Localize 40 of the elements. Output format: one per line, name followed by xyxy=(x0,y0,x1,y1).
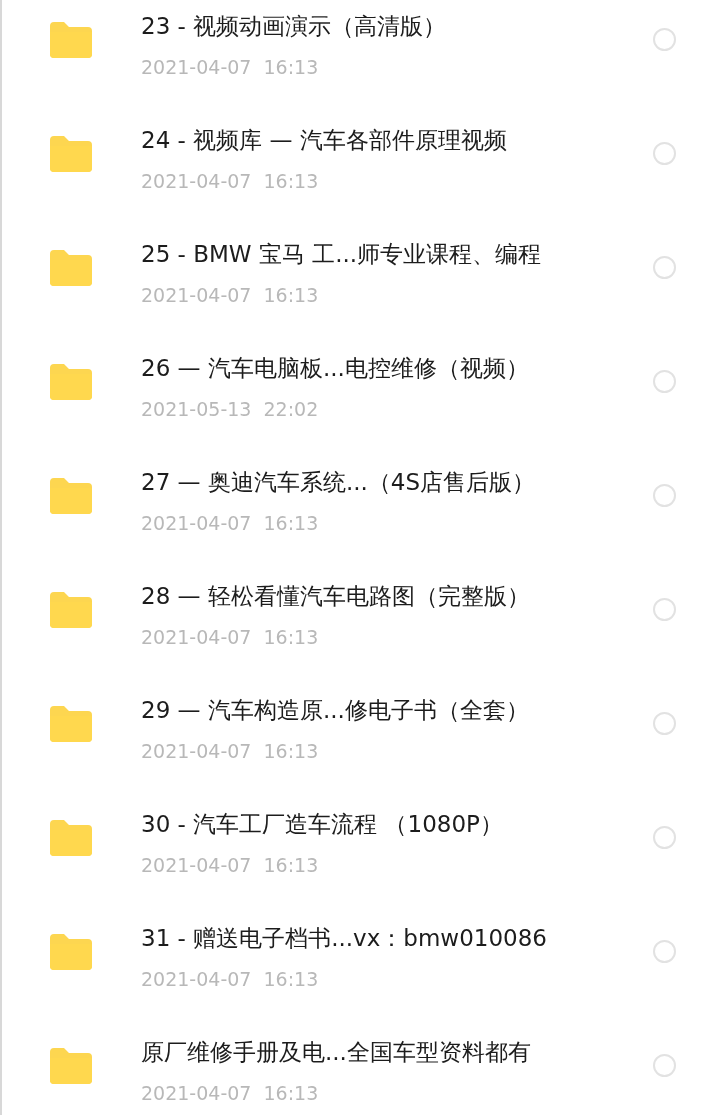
file-name: 24 - 视频库 — 汽车各部件原理视频 xyxy=(141,126,508,155)
select-radio[interactable] xyxy=(653,142,676,165)
select-radio[interactable] xyxy=(653,826,676,849)
file-name: 26 — 汽车电脑板...电控维修（视频） xyxy=(141,354,530,383)
file-name: 25 - BMW 宝马 工...师专业课程、编程 xyxy=(141,240,543,269)
select-radio[interactable] xyxy=(653,1054,676,1077)
select-radio[interactable] xyxy=(653,598,676,621)
folder-icon xyxy=(48,592,92,628)
folder-icon xyxy=(48,820,92,856)
file-name: 30 - 汽车工厂造车流程 （1080P） xyxy=(141,810,504,839)
modified-date: 2021-04-07 16:13 xyxy=(141,967,320,992)
select-radio[interactable] xyxy=(653,256,676,279)
modified-date: 2021-04-07 16:13 xyxy=(141,739,320,764)
file-name: 27 — 奥迪汽车系统...（4S店售后版） xyxy=(141,468,537,497)
folder-icon xyxy=(48,250,92,286)
folder-icon xyxy=(48,136,92,172)
folder-icon xyxy=(48,706,92,742)
modified-date: 2021-04-07 16:13 xyxy=(141,853,320,878)
file-name: 原厂维修手册及电...全国车型资料都有 xyxy=(141,1038,532,1067)
folder-icon xyxy=(48,934,92,970)
select-radio[interactable] xyxy=(653,940,676,963)
folder-icon xyxy=(48,478,92,514)
folder-icon xyxy=(48,364,92,400)
file-name: 31 - 赠送电子档书...vx：bmw010086 xyxy=(141,924,548,953)
file-name: 23 - 视频动画演示（高清版） xyxy=(141,12,448,41)
modified-date: 2021-04-07 16:13 xyxy=(141,283,320,308)
folder-icon xyxy=(48,22,92,58)
select-radio[interactable] xyxy=(653,28,676,51)
modified-date: 2021-04-07 16:13 xyxy=(141,169,320,194)
select-radio[interactable] xyxy=(653,370,676,393)
select-radio[interactable] xyxy=(653,484,676,507)
select-radio[interactable] xyxy=(653,712,676,735)
file-name: 28 — 轻松看懂汽车电路图（完整版） xyxy=(141,582,531,611)
modified-date: 2021-04-07 16:13 xyxy=(141,625,320,650)
modified-date: 2021-04-07 16:13 xyxy=(141,55,320,80)
modified-date: 2021-04-07 16:13 xyxy=(141,511,320,536)
modified-date: 2021-04-07 16:13 xyxy=(141,1081,320,1106)
folder-icon xyxy=(48,1048,92,1084)
file-name: 29 — 汽车构造原...修电子书（全套） xyxy=(141,696,530,725)
modified-date: 2021-05-13 22:02 xyxy=(141,397,320,422)
